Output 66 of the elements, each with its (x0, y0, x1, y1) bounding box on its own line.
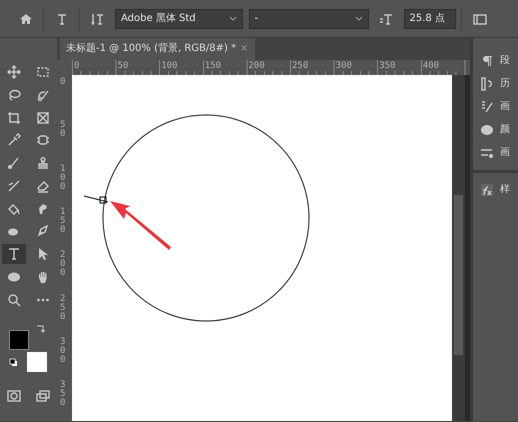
type-tool[interactable] (2, 244, 26, 264)
ruler-label: 100 (60, 164, 66, 192)
chevron-down-icon (354, 16, 362, 22)
ruler-label: 300 (336, 62, 352, 71)
history-icon (480, 76, 494, 90)
scroll-thumb[interactable] (454, 195, 463, 355)
crop-icon (7, 110, 22, 124)
quick-mask-icon (7, 388, 22, 402)
chip-icon (36, 133, 50, 148)
ruler-label: 50 (118, 62, 128, 71)
dashed-rectangle-icon (36, 65, 50, 79)
brush-panel-button[interactable]: 画 (473, 141, 518, 164)
font-size-field[interactable]: 25.8 点 (404, 8, 456, 28)
font-size-icon (379, 12, 393, 26)
paragraph-panel-button[interactable]: 段 (473, 49, 518, 72)
bucket-icon (7, 202, 22, 216)
font-style-dropdown[interactable]: - (248, 8, 368, 28)
screen-mode-icon (36, 388, 50, 402)
stamp-icon (36, 156, 50, 170)
ruler-label: 250 (292, 62, 308, 71)
brush-stroke-icon (7, 178, 22, 193)
scrollbar[interactable] (452, 75, 465, 421)
ruler-label: 0 (74, 62, 80, 71)
fx-icon (480, 182, 494, 196)
home-icon (18, 12, 32, 26)
font-family-dropdown[interactable]: Adobe 黑体 Std (115, 8, 243, 28)
eyedropper-icon (7, 133, 22, 148)
pointer-arrow (110, 201, 171, 250)
zoom-icon (7, 292, 22, 306)
styles-panel-button[interactable]: 样 (473, 178, 518, 201)
palette-icon (480, 122, 494, 136)
brush-settings-panel-button[interactable]: 画 (473, 95, 518, 118)
palette-panel-button[interactable]: 颜 (473, 118, 518, 141)
ruler-label: 0 (60, 78, 66, 87)
lasso-icon (7, 88, 22, 102)
foreground-color-swatch[interactable] (9, 330, 29, 350)
ruler-label: 350 (60, 381, 66, 408)
default-colors-icon[interactable] (9, 358, 18, 366)
ruler-label: 350 (379, 62, 396, 71)
text-orientation-icon (90, 12, 104, 26)
panel-icon (472, 12, 486, 26)
brush-icon (7, 156, 22, 170)
move-icon (7, 65, 22, 79)
ruler-label: 250 (60, 294, 66, 322)
ruler-label: 200 (248, 62, 265, 71)
brush-settings-icon (480, 100, 494, 114)
swap-icon[interactable] (36, 324, 45, 332)
ruler-label: 150 (204, 62, 222, 71)
type-icon (7, 247, 22, 261)
background-color-swatch[interactable] (27, 352, 47, 372)
ellipse-icon (7, 270, 22, 284)
ruler-label: 50 (60, 121, 66, 140)
eraser-icon (36, 178, 50, 193)
ruler-label: 150 (60, 208, 66, 235)
ruler-label: 400 (422, 62, 440, 71)
pen-icon (36, 224, 50, 238)
history-panel-button[interactable]: 历 (473, 72, 518, 95)
chevron-down-icon (229, 16, 237, 22)
document-tab[interactable]: 未标题-1 @ 100% (背景, RGB/8#) * × (60, 38, 254, 60)
ruler-label: 300 (60, 338, 66, 365)
document-title: 未标题-1 @ 100% (背景, RGB/8#) * (66, 42, 236, 56)
ruler-label: 200 (60, 251, 66, 278)
ruler-label: 100 (161, 62, 178, 71)
frame-icon (36, 110, 50, 124)
crosshair-cursor (84, 196, 108, 204)
paragraph-icon (480, 54, 494, 68)
